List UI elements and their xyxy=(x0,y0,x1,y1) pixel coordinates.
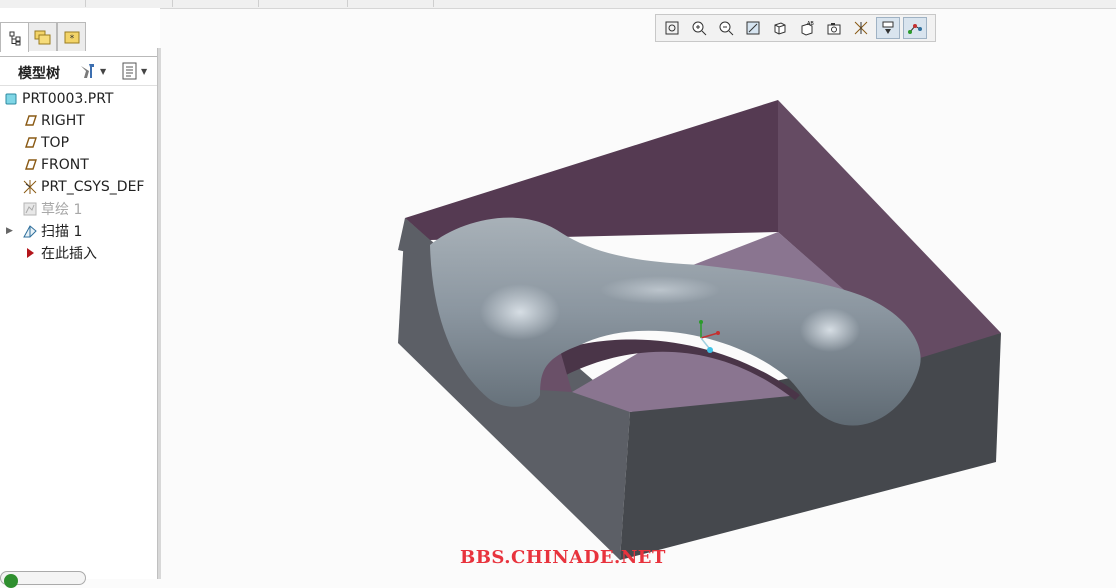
tree-item-label: PRT0003.PRT xyxy=(22,91,114,107)
chevron-down-icon: ▼ xyxy=(141,66,148,76)
tree-item[interactable]: PRT0003.PRT xyxy=(0,88,157,110)
panel-title: 模型树 xyxy=(18,66,60,82)
datum-display-filters-button[interactable] xyxy=(849,17,873,39)
show-button[interactable]: ▼ xyxy=(121,61,147,81)
settings-button[interactable]: ▼ xyxy=(78,61,106,81)
repaint-button[interactable] xyxy=(741,17,765,39)
part-icon xyxy=(3,91,19,107)
insert-here-arrow-icon xyxy=(22,245,38,261)
refit-button[interactable] xyxy=(660,17,684,39)
view-manager-button[interactable] xyxy=(822,17,846,39)
settings-tools-icon xyxy=(81,64,94,78)
zoom-out-button[interactable] xyxy=(714,17,738,39)
tree-item[interactable]: 草绘 1 xyxy=(0,198,157,220)
refit-icon xyxy=(664,20,680,36)
tree-item[interactable]: RIGHT xyxy=(0,110,157,132)
folder-browser-tab[interactable] xyxy=(28,22,57,51)
annotation-display-button[interactable] xyxy=(876,17,900,39)
tree-item-label: 扫描 1 xyxy=(41,224,83,240)
spin-center-button[interactable] xyxy=(903,17,927,39)
spin-center-icon xyxy=(907,20,923,36)
annotation-display-icon xyxy=(880,20,896,36)
datum-plane-icon xyxy=(22,113,38,129)
tree-item-label: RIGHT xyxy=(41,113,85,129)
status-indicator[interactable] xyxy=(0,571,86,588)
watermark-text: BBS.CHINADE.NET xyxy=(460,547,666,568)
sketch-icon xyxy=(22,201,38,217)
zoom-in-button[interactable] xyxy=(687,17,711,39)
tree-item[interactable]: PRT_CSYS_DEF xyxy=(0,176,157,198)
tree-icon xyxy=(9,31,20,45)
tree-item[interactable]: 在此插入 xyxy=(0,242,157,264)
navigator-tabs: * xyxy=(0,22,160,56)
tree-item-label: TOP xyxy=(41,135,70,151)
graphics-viewport[interactable] xyxy=(161,43,1116,579)
tree-item-label: 在此插入 xyxy=(41,246,97,262)
tree-item-label: FRONT xyxy=(41,157,89,173)
tree-item[interactable]: TOP xyxy=(0,132,157,154)
zoom-in-icon xyxy=(691,20,707,36)
repaint-icon xyxy=(745,20,761,36)
favorites-icon: * xyxy=(64,31,79,44)
model-tree-header: 模型树 ▼ ▼ xyxy=(0,56,157,86)
chevron-down-icon: ▼ xyxy=(100,66,107,76)
tree-item[interactable]: ▶ 扫描 1 xyxy=(0,220,157,242)
show-list-icon xyxy=(122,62,137,80)
zoom-out-icon xyxy=(718,20,734,36)
datum-plane-icon xyxy=(22,135,38,151)
svg-text:*: * xyxy=(69,34,74,44)
model-tree-tab[interactable] xyxy=(0,22,29,52)
favorites-tab[interactable]: * xyxy=(57,22,86,51)
tree-item-label: 草绘 1 xyxy=(41,202,83,218)
tree-item-label: PRT_CSYS_DEF xyxy=(41,179,145,195)
saved-orientations-button[interactable]: AB xyxy=(795,17,819,39)
display-style-button[interactable] xyxy=(768,17,792,39)
navigator-panel: * 模型树 ▼ ▼ PRT0003.PRT RIGHT TOP FRONT PRT_CS… xyxy=(0,8,160,579)
coordinate-system-icon xyxy=(22,179,38,195)
model-tree: PRT0003.PRT RIGHT TOP FRONT PRT_CSYS_DEF 草绘 1… xyxy=(0,88,157,264)
tree-item[interactable]: FRONT xyxy=(0,154,157,176)
folders-icon xyxy=(34,30,50,45)
view-manager-icon xyxy=(826,20,842,36)
datum-display-filters-icon xyxy=(853,20,869,36)
expand-arrow-icon[interactable]: ▶ xyxy=(6,226,13,236)
graphics-toolbar: AB xyxy=(655,14,936,42)
saved-orientations-icon: AB xyxy=(799,20,815,36)
top-menu-strip xyxy=(0,0,1116,9)
status-light-icon xyxy=(4,574,18,588)
svg-text:AB: AB xyxy=(807,21,814,27)
cavity-back-wall xyxy=(405,100,778,240)
display-style-icon xyxy=(772,20,788,36)
sweep-icon xyxy=(22,223,38,239)
datum-plane-icon xyxy=(22,157,38,173)
